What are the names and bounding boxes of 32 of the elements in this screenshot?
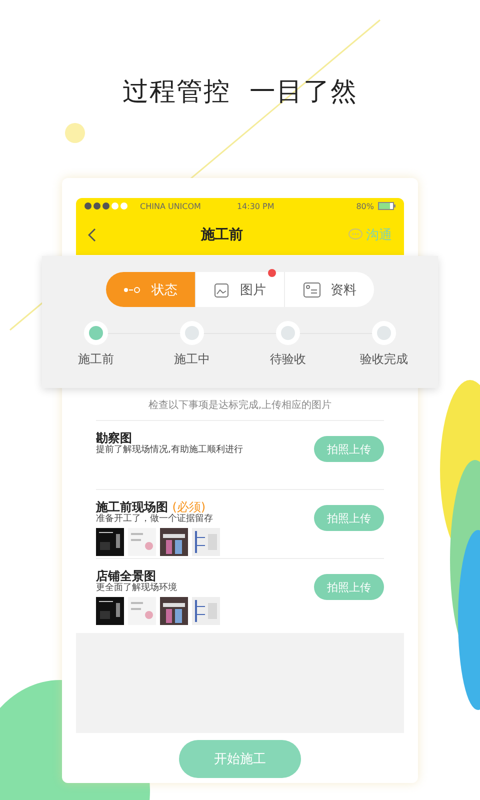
carrier-text: CHINA UNICOM: [140, 202, 201, 210]
start-button[interactable]: 开始施工: [179, 740, 301, 778]
page-title: 施工前: [200, 226, 244, 244]
headline: 过程管控 一目了然: [122, 76, 358, 109]
upload-button[interactable]: 拍照上传: [314, 436, 384, 462]
item-title: 店铺全景图: [96, 569, 156, 583]
item-title: 施工前现场图 (必须): [96, 500, 206, 514]
step-label: 施工前: [78, 351, 114, 368]
signal-icon: [84, 202, 128, 210]
battery-icon: [378, 202, 396, 210]
upload-button[interactable]: 拍照上传: [314, 505, 384, 531]
item-description: 提前了解现场情况,有助施工顺利进行: [96, 445, 244, 456]
step-label: 待验收: [270, 351, 306, 368]
item-title: 勘察图: [96, 431, 133, 445]
step-label: 施工中: [174, 351, 210, 368]
chat-icon: [348, 228, 363, 241]
upload-button[interactable]: 拍照上传: [314, 574, 384, 600]
document-icon: [302, 282, 321, 298]
time-text: 14:30 PM: [236, 202, 276, 210]
item-description: 更全面了解现场环境: [96, 583, 178, 594]
decor-circle: [65, 123, 85, 143]
item-description: 准备开工了，做一个证据留存: [96, 514, 214, 525]
image-icon: [214, 282, 230, 298]
tab[interactable]: 状态: [106, 272, 195, 307]
instruction-text: 检查以下事项是达标完成,上传相应的图片: [147, 398, 333, 413]
tab[interactable]: 图片: [194, 272, 284, 307]
battery-text: 80%: [356, 202, 374, 210]
chat-link[interactable]: 沟通: [348, 226, 392, 244]
toggle-icon: [123, 286, 142, 294]
back-icon[interactable]: [88, 228, 96, 242]
step-label: 验收完成: [360, 351, 408, 368]
tab[interactable]: 资料: [284, 272, 374, 307]
